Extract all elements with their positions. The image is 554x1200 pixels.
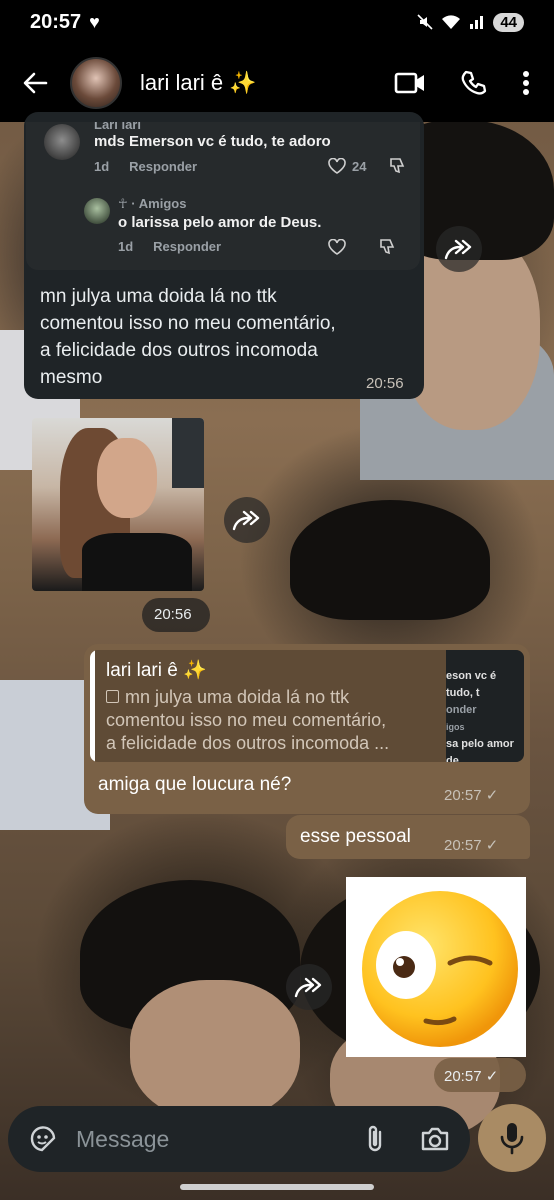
chat-header: lari lari ê ✨ (0, 44, 554, 122)
forward-button[interactable] (436, 226, 482, 272)
wifi-icon (442, 15, 461, 29)
video-call-icon[interactable] (394, 71, 426, 95)
quote-bar (90, 650, 95, 762)
comment-age: 1d (94, 159, 110, 174)
battery-icon: 44 (493, 12, 524, 32)
message-time: 20:56 (366, 375, 404, 392)
quote-text: mn julya uma doida lá no ttk comentou is… (106, 687, 390, 753)
reply-name: ☥ · Amigos (118, 196, 187, 211)
message-composer: Message (8, 1106, 470, 1172)
signal-icon (470, 16, 484, 29)
commenter-avatar (44, 124, 80, 160)
message-text: mn julya uma doida lá no ttk comentou is… (40, 286, 336, 388)
phone-icon[interactable] (460, 69, 488, 97)
tiktok-comment: mds Emerson vc é tudo, te adoro (94, 133, 331, 150)
heart-icon: ♥ (89, 11, 100, 32)
heart-outline-icon (328, 239, 346, 255)
quote-author: lari lari ê ✨ (106, 660, 207, 681)
commenter-name: Lari lari (94, 122, 141, 132)
photo-shape (82, 533, 192, 591)
forward-icon (444, 239, 472, 260)
image-time: 20:56 (154, 606, 192, 623)
photo-shape (97, 438, 157, 518)
back-button[interactable] (0, 70, 70, 96)
photo-shape (172, 418, 204, 488)
forward-icon (294, 977, 322, 998)
wallpaper-shape (80, 880, 300, 1030)
contact-name[interactable]: lari lari ê ✨ (140, 70, 257, 96)
reply-avatar (84, 198, 110, 224)
message-input[interactable]: Message (76, 1126, 364, 1153)
attach-icon[interactable] (364, 1124, 386, 1154)
image-icon (106, 690, 119, 703)
flushed-face-icon (362, 891, 518, 1047)
forward-button[interactable] (224, 497, 270, 543)
status-bar: 20:57 ♥ 44 (0, 0, 554, 44)
reply-age: 1d (118, 239, 134, 254)
tiktok-reply: o larissa pelo amor de Deus. (118, 214, 322, 231)
heart-outline-icon (328, 158, 346, 174)
tiktok-screenshot: Lari lari mds Emerson vc é tudo, te ador… (26, 122, 420, 270)
more-vert-icon[interactable] (522, 70, 530, 96)
status-time: 20:57 (30, 10, 82, 33)
like-count: 24 (352, 158, 367, 174)
dislike-icon (380, 239, 395, 255)
forward-icon (232, 510, 260, 531)
reply-link: Responder (129, 159, 198, 174)
microphone-icon (500, 1123, 524, 1155)
mute-icon (417, 14, 433, 30)
reply-link: Responder (153, 239, 222, 254)
image-message[interactable] (32, 418, 204, 591)
sticker-time: 20:57 ✓ (444, 1068, 499, 1085)
message-text: esse pessoal (300, 826, 411, 847)
message-time: 20:57 ✓ (444, 787, 499, 804)
quoted-message[interactable]: lari lari ê ✨ mn julya uma doida lá no t… (90, 650, 524, 762)
message-time: 20:57 ✓ (444, 837, 499, 854)
message-text: amiga que loucura né? (98, 774, 292, 795)
forward-button[interactable] (286, 964, 332, 1010)
dislike-icon (390, 158, 405, 174)
camera-icon[interactable] (420, 1126, 450, 1152)
quote-thumbnail: eson vc é tudo, t onder igos sa pelo amo… (446, 650, 524, 762)
avatar[interactable] (70, 57, 122, 109)
gesture-nav-pill[interactable] (180, 1184, 374, 1190)
wallpaper-shape (130, 980, 300, 1120)
wallpaper-shape (290, 500, 490, 620)
voice-record-button[interactable] (478, 1104, 546, 1172)
emoji-sticker-icon[interactable] (28, 1124, 58, 1154)
sticker-message[interactable] (346, 877, 526, 1057)
arrow-left-icon (23, 72, 48, 94)
